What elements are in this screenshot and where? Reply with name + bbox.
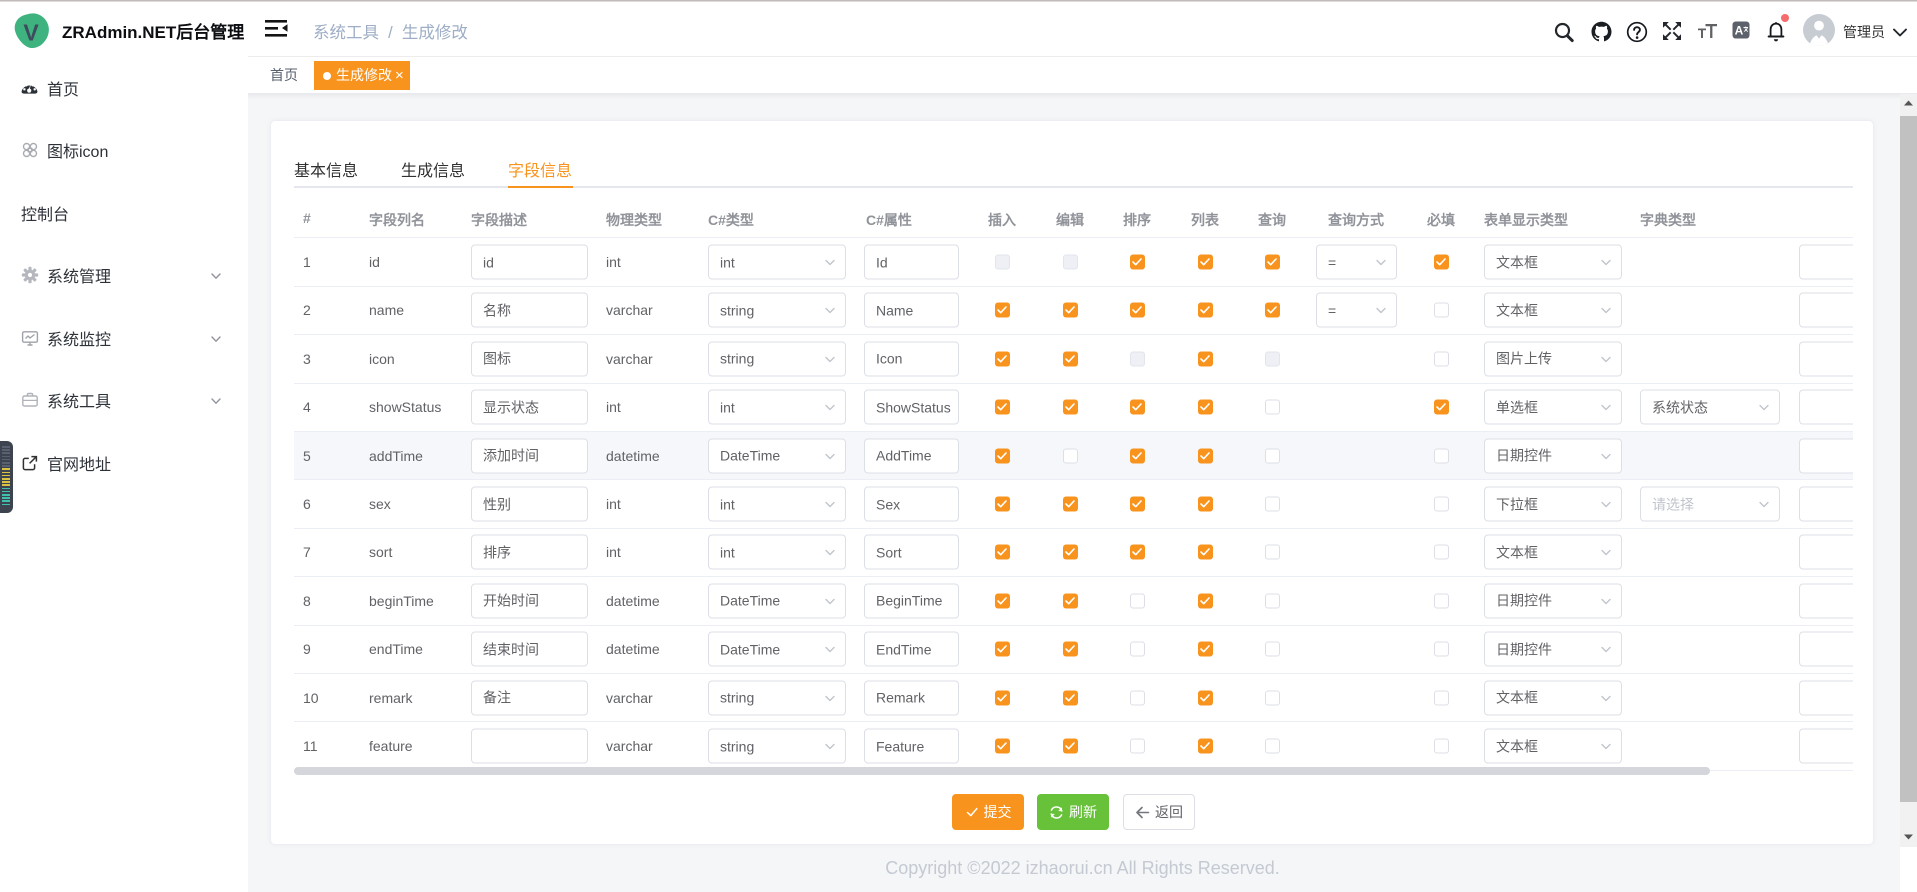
svg-text:V: V (23, 20, 39, 46)
svg-text:A: A (1735, 24, 1744, 38)
